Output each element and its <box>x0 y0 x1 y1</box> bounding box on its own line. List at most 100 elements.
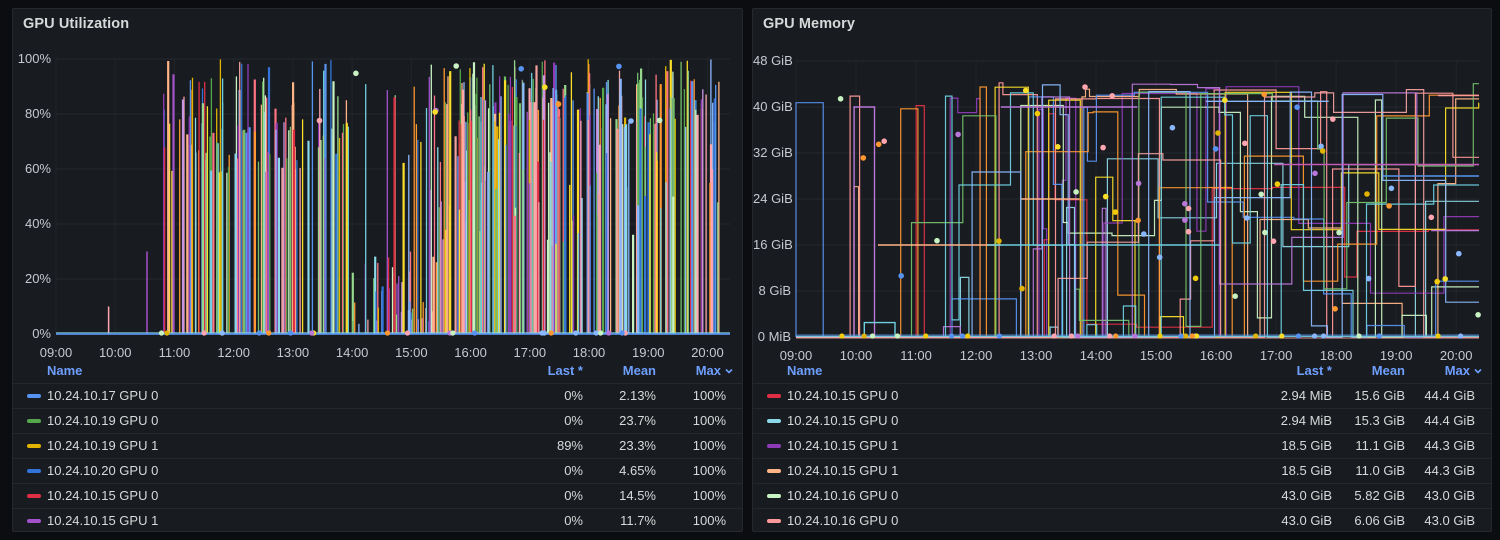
series-spikes <box>107 59 720 334</box>
series-max-value: 100% <box>692 438 726 453</box>
legend-header: Name Last * Mean Max <box>13 359 742 383</box>
series-name[interactable]: 10.24.10.15 GPU 0 <box>787 409 898 433</box>
legend-row: 10.24.10.19 GPU 0 0% 23.7% 100% <box>13 408 742 433</box>
legend-header: Name Last * Mean Max <box>753 359 1491 383</box>
series-last-value: 0% <box>564 488 583 503</box>
series-color-swatch <box>767 419 781 423</box>
series-last-value: 0% <box>564 388 583 403</box>
series-mean-value: 4.65% <box>619 463 656 478</box>
series-max-value: 100% <box>692 388 726 403</box>
series-max-value: 100% <box>692 413 726 428</box>
gpu-memory-chart[interactable]: 48 GiB 40 GiB 32 GiB 24 GiB 16 GiB 8 GiB 0 MiB… <box>753 9 1491 363</box>
gpu-utilization-chart[interactable]: 100% 80% 60% 40% 20% 0% 09:00 10:00 11:00 12:00 13… <box>13 9 742 361</box>
series-color-swatch <box>27 394 41 398</box>
series-name[interactable]: 10.24.10.15 GPU 1 <box>787 434 898 458</box>
legend-row: 10.24.10.20 GPU 0 0% 4.65% 100% <box>13 458 742 483</box>
legend-header-max[interactable]: Max <box>1445 359 1483 383</box>
series-name[interactable]: 10.24.10.15 GPU 1 <box>787 459 898 483</box>
chevron-down-icon <box>1474 368 1482 374</box>
series-last-value: 2.94 MiB <box>1280 388 1332 403</box>
series-color-swatch <box>27 469 41 473</box>
y-axis-tick-label: 20% <box>24 271 51 286</box>
panel-gpu-memory: GPU Memory 48 GiB 40 GiB 32 GiB 24 GiB 16 Gi… <box>752 8 1492 532</box>
y-axis-tick-label: 16 GiB <box>753 237 793 252</box>
series-color-swatch <box>27 444 41 448</box>
series-last-value: 0% <box>564 463 583 478</box>
y-axis-tick-label: 24 GiB <box>753 191 793 206</box>
y-axis-tick-label: 8 GiB <box>758 283 791 298</box>
series-color-swatch <box>27 519 41 523</box>
series-name[interactable]: 10.24.10.19 GPU 0 <box>47 409 158 433</box>
series-max-value: 44.4 GiB <box>1424 388 1475 403</box>
series-name[interactable]: 10.24.10.15 GPU 1 <box>47 509 158 533</box>
legend-row: 10.24.10.15 GPU 0 2.94 MiB 15.3 GiB 44.4 Gi… <box>753 408 1491 433</box>
y-axis-tick-label: 48 GiB <box>753 53 793 68</box>
series-last-value: 89% <box>556 438 583 453</box>
series-mean-value: 11.7% <box>620 513 656 528</box>
series-last-value: 0% <box>564 513 583 528</box>
series-mean-value: 23.7% <box>619 413 656 428</box>
legend-row: 10.24.10.15 GPU 1 0% 11.7% 100% <box>13 508 742 533</box>
legend-rows: 10.24.10.15 GPU 0 2.94 MiB 15.6 GiB 44.4 Gi… <box>753 383 1491 533</box>
series-steps <box>795 82 1480 338</box>
series-color-swatch <box>27 419 41 423</box>
series-color-swatch <box>767 494 781 498</box>
legend-row: 10.24.10.16 GPU 0 43.0 GiB 5.82 GiB 43.0 Gi… <box>753 483 1491 508</box>
legend-header-mean[interactable]: Mean <box>1372 359 1405 383</box>
series-color-swatch <box>27 494 41 498</box>
series-last-value: 2.94 MiB <box>1280 413 1332 428</box>
series-max-value: 43.0 GiB <box>1424 488 1475 503</box>
legend-header-name[interactable]: Name <box>47 359 82 383</box>
legend-header-name[interactable]: Name <box>787 359 822 383</box>
series-max-value: 44.3 GiB <box>1424 463 1475 478</box>
legend-rows: 10.24.10.17 GPU 0 0% 2.13% 100% 10.24.10.19 … <box>13 383 742 533</box>
y-axis-tick-label: 100% <box>17 51 51 66</box>
y-axis-tick-label: 40% <box>24 216 51 231</box>
series-color-swatch <box>767 519 781 523</box>
series-name[interactable]: 10.24.10.16 GPU 0 <box>787 509 898 533</box>
series-max-value: 43.0 GiB <box>1424 513 1475 528</box>
utilization-plot[interactable] <box>13 9 742 361</box>
series-last-value: 43.0 GiB <box>1281 488 1332 503</box>
series-max-value: 44.4 GiB <box>1424 413 1475 428</box>
y-axis-tick-label: 0% <box>32 326 51 341</box>
series-color-swatch <box>767 394 781 398</box>
series-max-value: 100% <box>692 463 726 478</box>
legend-header-mean[interactable]: Mean <box>623 359 656 383</box>
series-mean-value: 23.3% <box>619 438 656 453</box>
panel-gpu-utilization: GPU Utilization 100% 80% 60% 40% 20% 0% 09:00 1… <box>12 8 743 532</box>
legend-row: 10.24.10.15 GPU 1 18.5 GiB 11.0 GiB 44.3 Gi… <box>753 458 1491 483</box>
series-name[interactable]: 10.24.10.15 GPU 0 <box>47 484 158 508</box>
panel-title[interactable]: GPU Memory <box>763 16 855 32</box>
chevron-down-icon <box>725 368 733 374</box>
legend-header-max[interactable]: Max <box>696 359 734 383</box>
series-max-value: 100% <box>692 513 726 528</box>
y-axis-tick-label: 40 GiB <box>753 99 793 114</box>
series-name[interactable]: 10.24.10.16 GPU 0 <box>787 484 898 508</box>
series-name[interactable]: 10.24.10.19 GPU 1 <box>47 434 158 458</box>
series-name[interactable]: 10.24.10.17 GPU 0 <box>47 384 158 408</box>
series-mean-value: 11.1 GiB <box>1355 438 1405 453</box>
series-name[interactable]: 10.24.10.20 GPU 0 <box>47 459 158 483</box>
series-last-value: 18.5 GiB <box>1281 438 1332 453</box>
legend-header-last[interactable]: Last * <box>548 359 583 383</box>
series-name[interactable]: 10.24.10.15 GPU 0 <box>787 384 898 408</box>
series-mean-value: 6.06 GiB <box>1354 513 1405 528</box>
legend-header-last[interactable]: Last * <box>1297 359 1332 383</box>
series-mean-value: 2.13% <box>619 388 656 403</box>
legend-header-max-label: Max <box>1444 363 1470 378</box>
y-axis-tick-label: 60% <box>24 161 51 176</box>
series-max-value: 100% <box>692 488 726 503</box>
legend-header-max-label: Max <box>695 363 721 378</box>
legend-row: 10.24.10.19 GPU 1 89% 23.3% 100% <box>13 433 742 458</box>
legend-row: 10.24.10.15 GPU 0 0% 14.5% 100% <box>13 483 742 508</box>
panel-title[interactable]: GPU Utilization <box>23 16 129 32</box>
series-mean-value: 11.0 GiB <box>1355 463 1405 478</box>
memory-plot[interactable] <box>753 9 1491 361</box>
series-last-value: 43.0 GiB <box>1281 513 1332 528</box>
y-axis-tick-label: 0 MiB <box>757 329 791 344</box>
series-mean-value: 14.5% <box>619 488 656 503</box>
legend-row: 10.24.10.15 GPU 1 18.5 GiB 11.1 GiB 44.3 Gi… <box>753 433 1491 458</box>
series-mean-value: 5.82 GiB <box>1354 488 1405 503</box>
series-color-swatch <box>767 444 781 448</box>
